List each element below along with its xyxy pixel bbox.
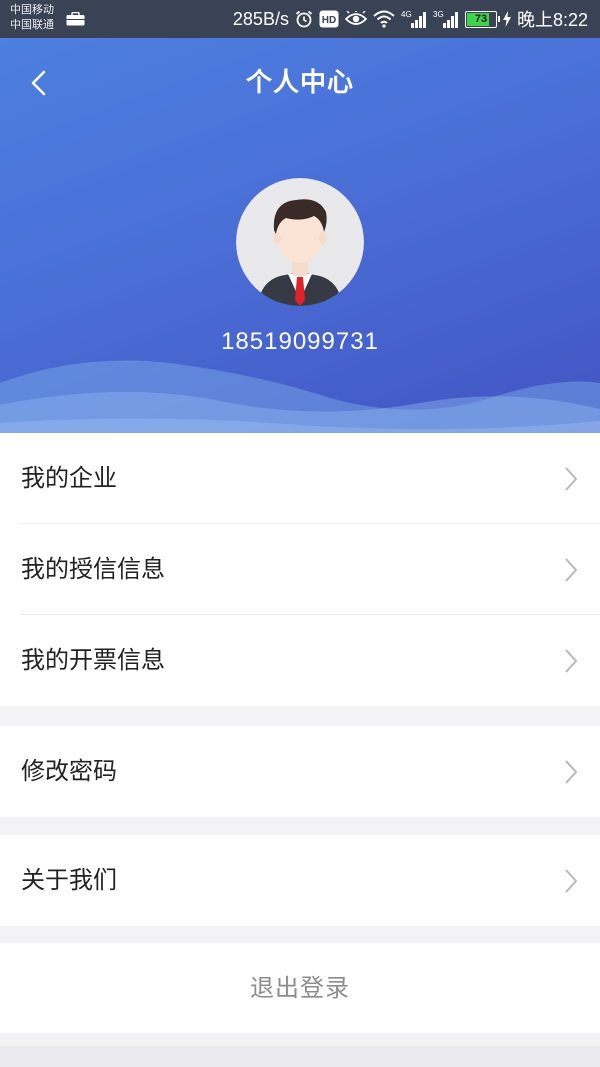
chevron-right-icon [565,869,578,893]
menu-item-label: 我的授信信息 [21,555,165,583]
menu-item-change-password[interactable]: 修改密码 [0,726,600,817]
status-bar: 中国移动 中国联通 285B/s HD 4G 3G 73 晚上8:22 [0,0,600,38]
net-speed: 285B/s [232,8,289,29]
signal-4g-icon: 4G [401,10,426,28]
logout-button[interactable]: 退出登录 [0,943,600,1033]
eye-icon [344,11,367,25]
alarm-icon [295,10,313,28]
svg-text:3G: 3G [433,10,444,19]
chevron-right-icon [565,649,578,673]
menu-item-credit-info[interactable]: 我的授信信息 [0,524,600,615]
chevron-right-icon [565,558,578,582]
svg-text:HD: HD [322,15,336,26]
clock: 晚上8:22 [516,10,588,30]
carrier-2: 中国联通 [10,19,54,31]
menu-item-my-company[interactable]: 我的企业 [0,433,600,524]
carrier-info: 中国移动 中国联通 [10,3,54,33]
chevron-right-icon [565,760,578,784]
battery-level: 73 [474,13,488,25]
briefcase-icon [66,12,85,26]
status-icons: 285B/s HD 4G 3G 73 晚上8:22 [233,7,588,31]
profile-header: 个人中心 18519099731 [0,38,600,433]
header-wave [0,360,600,433]
svg-text:4G: 4G [401,10,412,19]
battery-icon: 73 [464,10,500,28]
menu-item-label: 关于我们 [21,866,117,894]
hd-icon: HD [319,10,339,28]
chevron-right-icon [565,467,578,491]
menu-item-label: 我的企业 [21,464,117,492]
menu-group-security: 修改密码 [0,726,600,817]
wifi-icon [373,10,395,28]
menu-item-label: 我的开票信息 [21,646,165,674]
menu-item-invoice-info[interactable]: 我的开票信息 [0,615,600,706]
carrier-1: 中国移动 [10,4,54,16]
signal-3g-icon: 3G [433,10,458,28]
menu-item-about-us[interactable]: 关于我们 [0,835,600,926]
menu-item-label: 修改密码 [21,757,117,785]
menu-group-account: 我的企业 我的授信信息 我的开票信息 [0,433,600,706]
charging-icon [502,11,511,27]
page-title: 个人中心 [245,68,354,98]
bottom-spacer [0,1046,600,1067]
menu-group-about: 关于我们 [0,835,600,926]
avatar-icon[interactable] [236,178,364,306]
